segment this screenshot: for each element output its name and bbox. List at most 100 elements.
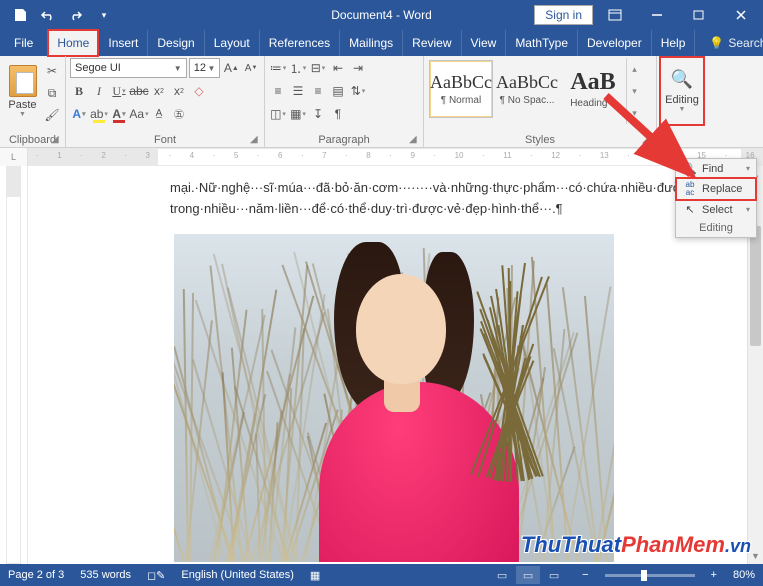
paragraph-dialog-icon[interactable]: ◢ bbox=[409, 134, 421, 146]
style-preview-text: AaBbCc bbox=[496, 72, 558, 93]
font-name-value: Segoe UI bbox=[75, 62, 121, 74]
view-buttons: ▭ ▭ ▭ bbox=[490, 566, 566, 584]
bold-button[interactable]: B bbox=[70, 81, 88, 101]
shrink-font-icon[interactable]: A▼ bbox=[242, 58, 260, 78]
font-color-icon[interactable]: A▾ bbox=[110, 104, 128, 124]
style-normal[interactable]: AaBbCc ¶ Normal bbox=[429, 60, 493, 118]
print-layout-icon[interactable]: ▭ bbox=[516, 566, 540, 584]
macro-icon[interactable]: ▦ bbox=[310, 569, 320, 582]
tell-me-search[interactable]: 💡 Search bbox=[709, 36, 763, 50]
scroll-thumb[interactable] bbox=[750, 226, 761, 346]
style-heading1[interactable]: AaB Heading 1 bbox=[561, 60, 625, 118]
ribbon-display-icon[interactable] bbox=[595, 0, 635, 30]
line-spacing-icon[interactable]: ⇅▾ bbox=[349, 81, 367, 101]
superscript-button[interactable]: x2 bbox=[170, 81, 188, 101]
tab-references[interactable]: References bbox=[260, 30, 340, 56]
ruler-corner: L bbox=[0, 148, 28, 166]
format-painter-icon[interactable]: 🖌 bbox=[43, 106, 61, 124]
tab-insert[interactable]: Insert bbox=[99, 30, 148, 56]
increase-indent-icon[interactable]: ⇥ bbox=[349, 58, 367, 78]
show-marks-icon[interactable]: ¶ bbox=[329, 104, 347, 124]
change-case-icon[interactable]: Aa▾ bbox=[130, 104, 148, 124]
save-icon[interactable] bbox=[8, 3, 32, 27]
maximize-icon[interactable] bbox=[679, 0, 719, 30]
tab-help[interactable]: Help bbox=[652, 30, 696, 56]
editing-group-spacer bbox=[661, 132, 703, 147]
text-effects-icon[interactable]: A▾ bbox=[70, 104, 88, 124]
bullets-icon[interactable]: ≔▾ bbox=[269, 58, 287, 78]
tab-developer[interactable]: Developer bbox=[578, 30, 652, 56]
italic-button[interactable]: I bbox=[90, 81, 108, 101]
tab-design[interactable]: Design bbox=[148, 30, 204, 56]
editing-dropdown-button[interactable]: 🔍 Editing ▼ bbox=[661, 58, 703, 124]
minimize-icon[interactable] bbox=[637, 0, 677, 30]
tab-layout[interactable]: Layout bbox=[205, 30, 260, 56]
clear-formatting-icon[interactable]: ◇ bbox=[190, 81, 208, 101]
paste-button[interactable]: Paste ▼ bbox=[4, 58, 41, 124]
spellcheck-icon[interactable]: ◻✎ bbox=[147, 569, 165, 582]
style-normal-label: ¶ Normal bbox=[431, 95, 491, 106]
signin-button[interactable]: Sign in bbox=[534, 5, 593, 25]
vertical-ruler[interactable] bbox=[0, 166, 28, 564]
grow-font-icon[interactable]: A▲ bbox=[222, 58, 240, 78]
find-label: Find bbox=[702, 163, 723, 175]
numbering-icon[interactable]: ⒈▾ bbox=[289, 58, 307, 78]
multilevel-list-icon[interactable]: ⊟▾ bbox=[309, 58, 327, 78]
tab-view[interactable]: View bbox=[462, 30, 507, 56]
tab-mathtype[interactable]: MathType bbox=[506, 30, 578, 56]
cut-icon[interactable]: ✂ bbox=[43, 62, 61, 80]
document-image[interactable] bbox=[174, 234, 614, 562]
underline-button[interactable]: U▾ bbox=[110, 81, 128, 101]
find-button[interactable]: 🔍 Find ▾ bbox=[676, 159, 756, 178]
strikethrough-button[interactable]: abc bbox=[130, 81, 148, 101]
styles-gallery-more[interactable]: ▴▾▾ bbox=[626, 58, 642, 124]
watermark: ThuThuatPhanMem.vn bbox=[521, 532, 751, 558]
paragraph-group-label: Paragraph bbox=[269, 132, 419, 147]
font-size-combo[interactable]: 12▼ bbox=[189, 58, 221, 78]
style-nospacing[interactable]: AaBbCc ¶ No Spac... bbox=[495, 60, 559, 118]
watermark-c: .vn bbox=[725, 536, 751, 556]
enclose-char-icon[interactable]: ㊄ bbox=[170, 104, 188, 124]
page-indicator[interactable]: Page 2 of 3 bbox=[8, 569, 64, 581]
char-shading-icon[interactable]: A̲ bbox=[150, 104, 168, 124]
word-count[interactable]: 535 words bbox=[80, 569, 131, 581]
font-dialog-icon[interactable]: ◢ bbox=[250, 134, 262, 146]
font-name-combo[interactable]: Segoe UI▼ bbox=[70, 58, 187, 78]
styles-dialog-icon[interactable]: ◢ bbox=[642, 134, 654, 146]
align-center-icon[interactable]: ☰ bbox=[289, 81, 307, 101]
language-indicator[interactable]: English (United States) bbox=[181, 569, 294, 581]
qat-customize-icon[interactable]: ▾ bbox=[92, 3, 116, 27]
web-layout-icon[interactable]: ▭ bbox=[542, 566, 566, 584]
align-left-icon[interactable]: ≡ bbox=[269, 81, 287, 101]
borders-icon[interactable]: ▦▾ bbox=[289, 104, 307, 124]
styles-group-label: Styles bbox=[428, 132, 652, 147]
shading-icon[interactable]: ◫▾ bbox=[269, 104, 287, 124]
replace-button[interactable]: abac Replace bbox=[676, 178, 756, 200]
justify-icon[interactable]: ▤ bbox=[329, 81, 347, 101]
tab-home[interactable]: Home bbox=[48, 30, 99, 56]
zoom-level[interactable]: 80% bbox=[733, 569, 755, 581]
decrease-indent-icon[interactable]: ⇤ bbox=[329, 58, 347, 78]
select-button[interactable]: ↖ Select ▾ bbox=[676, 200, 756, 219]
undo-icon[interactable] bbox=[36, 3, 60, 27]
sort-icon[interactable]: ↧ bbox=[309, 104, 327, 124]
horizontal-ruler[interactable]: L ·1·2·3·4·5·6·7·8·9·10·11·12·13·14·15·1… bbox=[0, 148, 763, 166]
redo-icon[interactable] bbox=[64, 3, 88, 27]
align-right-icon[interactable]: ≡ bbox=[309, 81, 327, 101]
zoom-out-icon[interactable]: − bbox=[582, 569, 588, 581]
zoom-in-icon[interactable]: + bbox=[711, 569, 717, 581]
copy-icon[interactable]: ⧉ bbox=[43, 84, 61, 102]
read-mode-icon[interactable]: ▭ bbox=[490, 566, 514, 584]
text-line-2: trong·nhiều···năm·liền···để·có·thể·duy·t… bbox=[170, 201, 563, 216]
clipboard-dialog-icon[interactable]: ◢ bbox=[51, 134, 63, 146]
zoom-slider[interactable] bbox=[605, 574, 695, 577]
document-viewport[interactable]: mại.·Nữ·nghệ···sĩ·múa···đã·bỏ·ăn·cơm····… bbox=[28, 166, 763, 564]
document-text[interactable]: mại.·Nữ·nghệ···sĩ·múa···đã·bỏ·ăn·cơm····… bbox=[78, 178, 688, 220]
tab-mailings[interactable]: Mailings bbox=[340, 30, 403, 56]
close-icon[interactable] bbox=[721, 0, 761, 30]
subscript-button[interactable]: x2 bbox=[150, 81, 168, 101]
tab-file[interactable]: File bbox=[0, 30, 48, 56]
highlight-color-icon[interactable]: ab▾ bbox=[90, 104, 108, 124]
editing-flyout: 🔍 Find ▾ abac Replace ↖ Select ▾ Editing bbox=[675, 158, 757, 238]
tab-review[interactable]: Review bbox=[403, 30, 461, 56]
